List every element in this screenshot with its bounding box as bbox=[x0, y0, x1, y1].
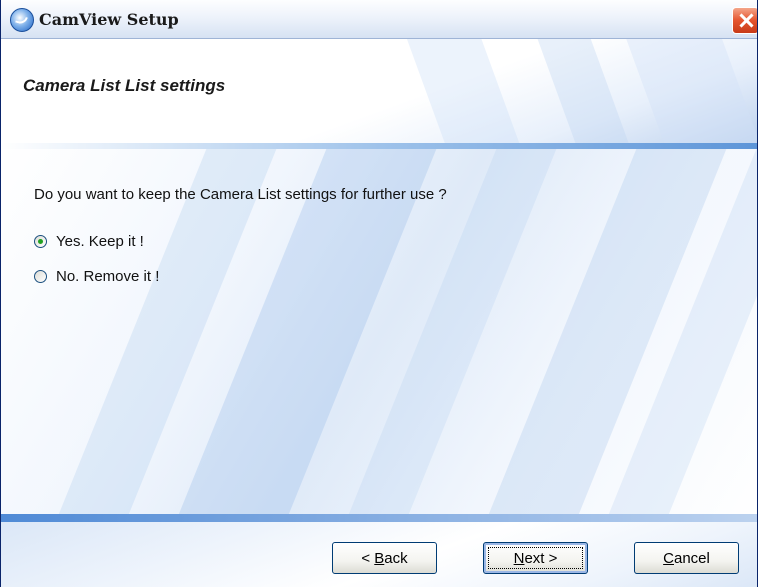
camview-app-icon[interactable] bbox=[10, 8, 34, 32]
title-bar[interactable]: CamView Setup bbox=[1, 0, 757, 39]
close-icon[interactable] bbox=[732, 7, 757, 34]
wizard-header: Camera List List settings bbox=[1, 39, 757, 143]
back-button-label: < Back bbox=[361, 549, 408, 567]
wizard-content: Do you want to keep the Camera List sett… bbox=[1, 149, 757, 522]
option-remove[interactable]: No. Remove it ! bbox=[34, 266, 159, 286]
window-title: CamView Setup bbox=[39, 10, 179, 29]
option-keep-label[interactable]: Yes. Keep it ! bbox=[56, 233, 144, 250]
radio-remove[interactable] bbox=[34, 269, 47, 283]
wizard-footer: < Back Next > Cancel bbox=[1, 522, 757, 587]
footer-divider bbox=[1, 514, 757, 522]
setup-window: CamView Setup Camera List List settings … bbox=[0, 0, 758, 587]
prompt-question: Do you want to keep the Camera List sett… bbox=[34, 186, 447, 203]
header-decoration bbox=[398, 39, 534, 143]
back-button[interactable]: < Back bbox=[332, 542, 437, 574]
header-decoration bbox=[528, 39, 644, 143]
cancel-button[interactable]: Cancel bbox=[634, 542, 739, 574]
cancel-button-label: Cancel bbox=[663, 549, 710, 567]
page-title: Camera List List settings bbox=[23, 76, 226, 95]
next-button-label: Next > bbox=[513, 549, 558, 567]
radio-keep[interactable] bbox=[34, 234, 47, 248]
next-button[interactable]: Next > bbox=[483, 542, 588, 574]
option-remove-label[interactable]: No. Remove it ! bbox=[56, 268, 159, 285]
header-decoration bbox=[619, 39, 757, 143]
option-keep[interactable]: Yes. Keep it ! bbox=[34, 231, 144, 251]
